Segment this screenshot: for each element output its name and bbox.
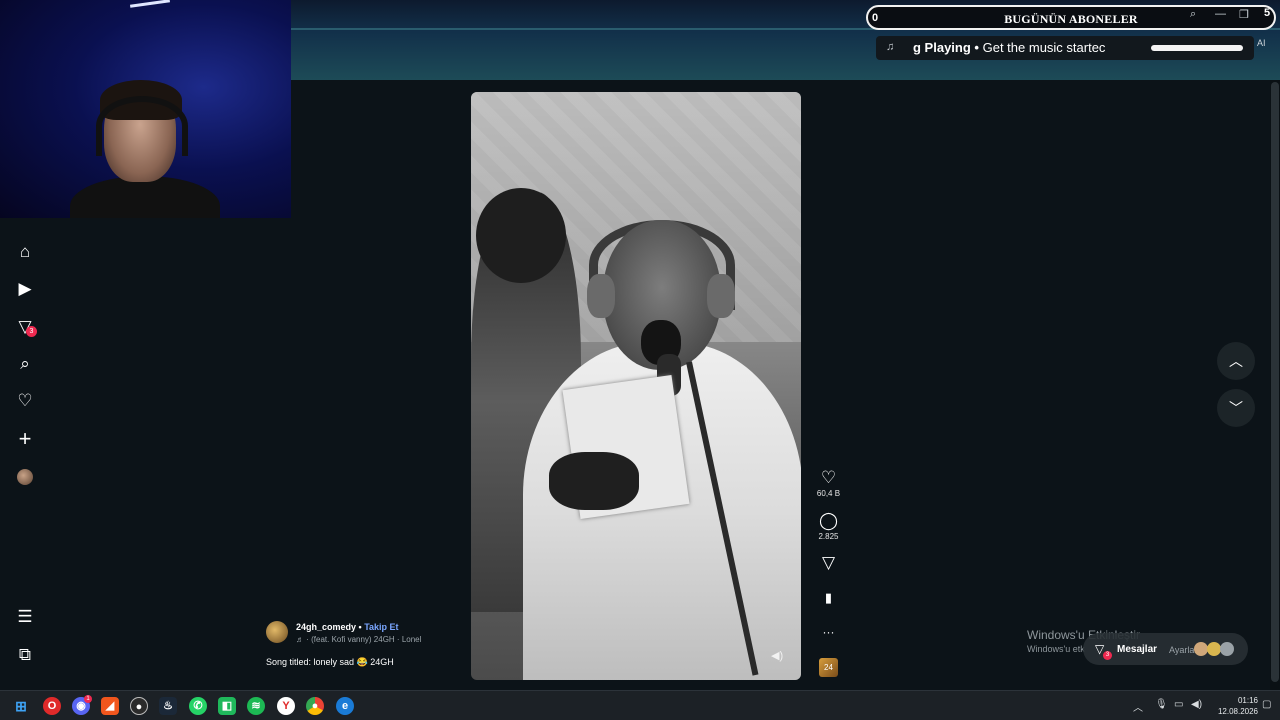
chat-app-icon[interactable]: ◧ xyxy=(218,697,236,715)
bookmark-icon: ▮ xyxy=(824,590,833,605)
now-playing-bar: ♫ g Playing • Get the music startec xyxy=(876,36,1254,60)
profile-avatar[interactable] xyxy=(14,466,36,488)
comment-count: 2.825 xyxy=(818,532,839,541)
windows-taskbar: ⊞ O ◉ 1 ◢ ● ♨ ✆ ◧ ≋ Y ● e ︿ 🎙 ▭ ◀) 01:16… xyxy=(0,690,1280,720)
save-button[interactable]: ▮ xyxy=(812,588,845,608)
share-button[interactable]: ▽ xyxy=(812,553,845,573)
more-apps-icon[interactable]: ⧉ xyxy=(14,644,36,666)
clock-date: 12.08.2026 xyxy=(1217,707,1258,716)
ai-label: AI xyxy=(1257,38,1266,48)
scrollbar-thumb[interactable] xyxy=(1271,82,1279,682)
now-playing-text: g Playing • Get the music startec xyxy=(913,40,1141,55)
inbox-icon[interactable]: ▽ 3 xyxy=(14,316,37,338)
discord-badge: 1 xyxy=(84,695,92,703)
creator-username[interactable]: 24gh_comedy xyxy=(296,622,356,632)
whatsapp-icon[interactable]: ✆ xyxy=(189,697,207,715)
heart-icon: ♡ xyxy=(820,468,837,487)
messages-badge: 3 xyxy=(1103,651,1112,660)
messages-label: Mesajlar xyxy=(1117,644,1158,655)
video-guitarist-head xyxy=(476,188,566,283)
menu-icon[interactable]: ☰ xyxy=(14,606,36,628)
volume-icon[interactable]: ◀) xyxy=(1191,699,1202,710)
light-streak xyxy=(129,0,171,8)
creator-line: 24gh_comedy • Takip Et xyxy=(296,622,399,632)
comment-icon: ◯ xyxy=(818,511,839,530)
restore-icon[interactable]: ❐ xyxy=(1239,8,1249,21)
message-avatar xyxy=(1207,642,1221,656)
tray-overflow-icon[interactable]: ︿ xyxy=(1133,699,1143,714)
previous-video-button[interactable]: ︿ xyxy=(1217,342,1255,380)
avatar xyxy=(17,469,33,485)
explore-icon[interactable]: ▶ xyxy=(14,278,36,300)
video-hand xyxy=(549,452,639,510)
chrome-icon[interactable]: ● xyxy=(306,697,324,715)
chevron-up-icon: ︿ xyxy=(1229,353,1243,369)
music-note-icon: ♫ xyxy=(886,41,895,53)
video-headphone-cup-left xyxy=(587,274,615,318)
message-avatar xyxy=(1220,642,1234,656)
subscriber-badge: 5 xyxy=(1263,7,1271,19)
search-icon[interactable]: ⌕ xyxy=(14,353,36,375)
windows-start-icon[interactable]: ⊞ xyxy=(12,697,30,715)
now-playing-label: g Playing xyxy=(913,40,971,55)
microphone-icon[interactable]: 🎙 xyxy=(1155,699,1168,710)
minimize-icon[interactable]: — xyxy=(1215,8,1226,20)
creator-separator: • xyxy=(358,622,362,632)
comment-button[interactable]: ◯ 2.825 xyxy=(812,511,845,541)
next-video-button[interactable]: ﹀ xyxy=(1217,389,1255,427)
edge-icon[interactable]: e xyxy=(336,697,354,715)
now-playing-separator: • xyxy=(974,40,979,55)
share-icon: ▽ xyxy=(821,553,836,572)
plus-icon[interactable]: + xyxy=(14,426,36,451)
steam-icon[interactable]: ♨ xyxy=(159,697,177,715)
now-playing-track: Get the music startec xyxy=(982,40,1106,55)
inbox-badge: 3 xyxy=(26,326,37,337)
opera-icon[interactable]: O xyxy=(43,697,61,715)
spotify-icon[interactable]: ≋ xyxy=(247,697,265,715)
notification-icon[interactable]: ▢ xyxy=(1262,699,1271,710)
like-button[interactable]: ♡ 60,4 B xyxy=(812,468,845,498)
creator-avatar[interactable] xyxy=(266,621,288,643)
clock-time: 01:16 xyxy=(1237,696,1258,705)
follow-button[interactable]: Takip Et xyxy=(364,622,398,632)
music-credit[interactable]: ♬ · (feat. Kofi vanny) 24GH · Lonel xyxy=(296,635,421,644)
search-icon[interactable]: ⌕ xyxy=(1190,8,1196,21)
home-icon[interactable]: ⌂ xyxy=(14,241,36,263)
yandex-icon[interactable]: Y xyxy=(277,697,295,715)
like-count: 60,4 B xyxy=(816,489,841,498)
chevron-down-icon: ﹀ xyxy=(1229,400,1243,416)
network-icon[interactable]: ▭ xyxy=(1174,699,1183,710)
video-description: Song titled: lonely sad 😂 24GH xyxy=(266,657,394,667)
messages-button[interactable]: ▽ 3 Mesajlar Ayarlar xyxy=(1083,633,1248,665)
sound-thumbnail[interactable]: 24 xyxy=(819,658,838,677)
message-avatar xyxy=(1194,642,1208,656)
video-player[interactable]: ◀) xyxy=(471,92,801,680)
now-playing-progress xyxy=(1151,45,1243,51)
webcam-overlay xyxy=(0,0,291,218)
more-icon: ··· xyxy=(822,625,835,639)
video-headphone-cup-right xyxy=(707,274,735,318)
mute-icon[interactable]: ◀) xyxy=(771,649,783,662)
headset xyxy=(96,96,188,156)
more-button[interactable]: ··· xyxy=(812,622,845,642)
obs-icon[interactable]: ● xyxy=(130,697,148,715)
media-app-icon[interactable]: ◢ xyxy=(101,697,119,715)
taskbar-clock[interactable]: 01:16 12.08.2026 xyxy=(1210,695,1258,717)
heart-icon[interactable]: ♡ xyxy=(14,390,36,412)
subscriber-label: BUGÜNÜN ABONELER xyxy=(1004,12,1138,26)
streamer-shoulders xyxy=(70,176,220,218)
